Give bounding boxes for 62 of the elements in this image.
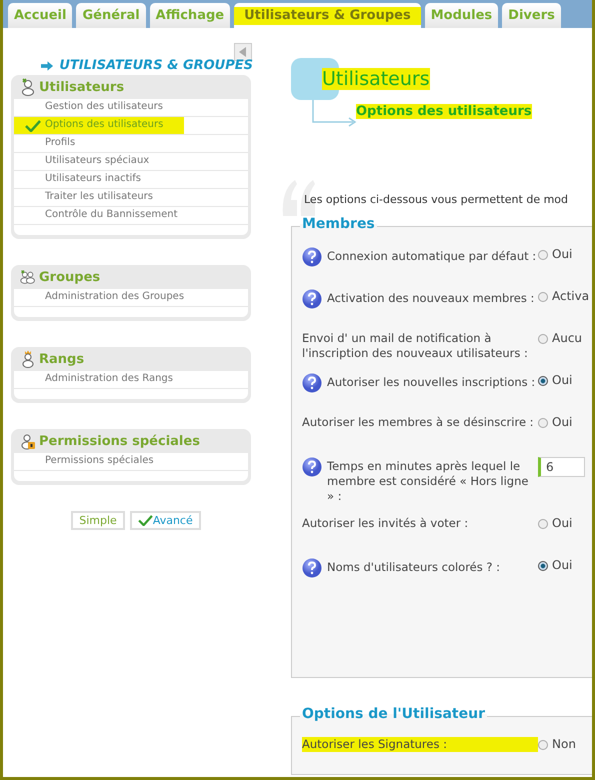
sidebar-item[interactable]: Utilisateurs spéciaux [14,153,248,171]
help-icon[interactable] [302,457,322,477]
panel-title: Permissions spéciales [39,434,200,448]
option-label: Autoriser les invités à voter : [302,516,470,531]
input-field[interactable]: 6 [538,457,585,477]
radio-button[interactable] [538,418,548,428]
help-icon[interactable] [302,247,322,267]
radio-label: Aucu [552,331,582,345]
collapse-icon[interactable] [234,43,252,61]
radio-button[interactable] [538,519,548,529]
help-icon[interactable] [302,373,322,393]
intro-text: Les options ci-dessous vous permettent de mod [304,193,568,208]
sidebar-item[interactable]: Contrôle du Bannissement [14,207,248,225]
tab[interactable]: Modules [424,3,498,28]
radio-label: Activa [552,289,590,303]
tab[interactable]: Divers [502,3,561,28]
radio-button[interactable] [538,740,548,750]
panel-title: Utilisateurs [39,80,124,94]
sidebar-item[interactable]: Utilisateurs inactifs [14,171,248,189]
sidebar-item[interactable]: Traiter les utilisateurs [14,189,248,207]
radio-label: Oui [552,415,572,429]
user-crown-icon [20,350,36,368]
option-label: Temps en minutes après lequel le membre est considéré « Hors ligne » : [327,458,530,504]
check-icon [138,515,153,526]
radio-label: Oui [552,373,572,387]
radio-label: Oui [552,558,572,572]
sidebar-item[interactable]: Options des utilisateurs [14,117,248,135]
option-label: Autoriser les nouvelles inscriptions : [327,374,536,390]
radio-button[interactable] [538,334,548,344]
option-label: Envoi d' un mail de notification à l'inscription des nouveaux utilisateurs : [302,331,529,361]
help-icon[interactable] [302,558,322,578]
radio-label: Oui [552,516,572,530]
arrow-icon [41,60,54,70]
page-title: Utilisateurs [322,68,430,90]
mode-button[interactable]: Avancé [130,511,201,530]
radio-label: Oui [552,247,572,261]
option-label: Autoriser les membres à se désinscrire : [302,415,535,430]
tab[interactable]: Utilisateurs & Groupes [234,3,421,28]
fieldset-legend: Options de l'Utilisateur [300,706,487,722]
mode-button[interactable]: Simple [71,511,125,530]
radio-button[interactable] [538,561,548,571]
user-lock-icon [20,432,36,450]
option-label: Connexion automatique par défaut : [327,248,538,264]
check-icon [25,120,41,132]
radio-button[interactable] [538,292,548,302]
users-icon [20,268,36,286]
panel-title: Rangs [39,352,84,366]
sidebar-item[interactable]: Profils [14,135,248,153]
tab[interactable]: Affichage [150,3,230,28]
user-icon [20,78,36,96]
option-label: Noms d'utilisateurs colorés ? : [327,559,502,575]
tab[interactable]: Général [76,3,146,28]
sidebar-heading: UTILISATEURS & GROUPES [59,58,253,73]
option-label: Autoriser les Signatures : [302,737,538,752]
radio-label: Non [552,737,576,751]
option-label: Activation des nouveaux membres : [327,290,536,306]
radio-button[interactable] [538,250,548,260]
radio-button[interactable] [538,376,548,386]
tab[interactable]: Accueil [8,3,72,28]
panel-title: Groupes [39,270,100,284]
help-icon[interactable] [302,289,322,309]
page-subtitle: Options des utilisateurs [356,104,532,119]
